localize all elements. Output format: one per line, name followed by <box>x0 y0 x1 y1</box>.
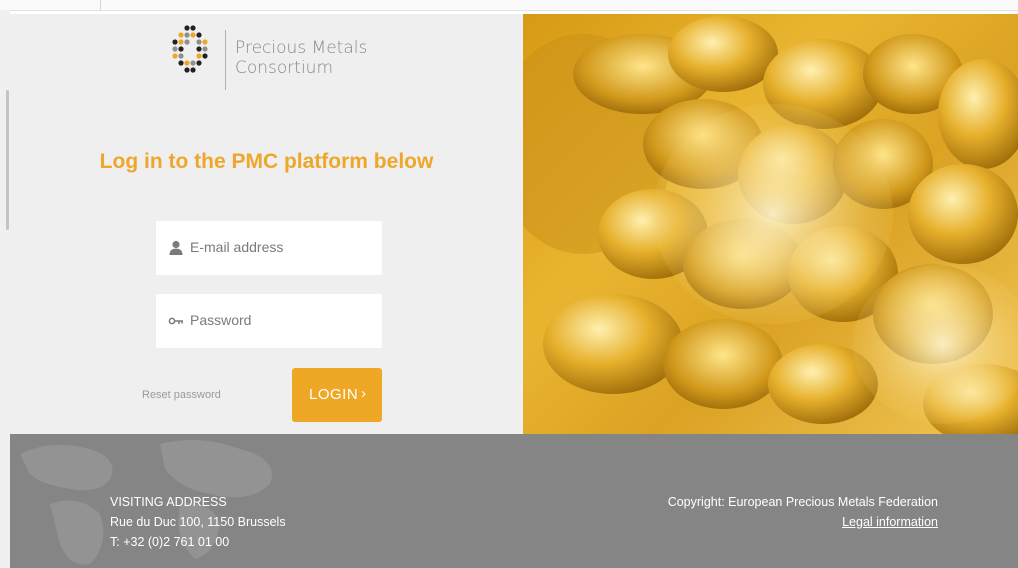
key-icon <box>168 317 183 325</box>
brand-name-line2: Consortium <box>235 58 334 78</box>
brand-name: Precious Metals Consortium <box>235 38 367 78</box>
gold-nuggets-image <box>523 14 1018 434</box>
pmc-logo-icon <box>172 25 208 73</box>
copyright-text: Copyright: European Precious Metals Fede… <box>667 495 938 509</box>
browser-top-strip <box>0 0 1018 11</box>
tab-edge <box>100 0 101 10</box>
address-heading: VISITING ADDRESS <box>110 495 227 509</box>
user-icon <box>169 240 183 255</box>
brand-name-line1: Precious Metals <box>235 38 368 58</box>
address-line: Rue du Duc 100, 1150 Brussels <box>110 515 286 529</box>
login-headline: Log in to the PMC platform below <box>99 150 434 173</box>
reset-password-link[interactable]: Reset password <box>142 389 221 401</box>
password-field[interactable]: Password <box>156 294 382 348</box>
scrollbar-thumb[interactable] <box>6 90 9 230</box>
phone-line: T: +32 (0)2 761 01 00 <box>110 535 230 549</box>
gold-nuggets-illustration <box>523 16 1018 434</box>
chevron-right-icon: › <box>361 385 366 402</box>
login-panel: Precious Metals Consortium Log in to the… <box>10 14 523 434</box>
visiting-address: VISITING ADDRESS Rue du Duc 100, 1150 Br… <box>110 492 286 552</box>
window-left-edge <box>0 10 10 568</box>
password-placeholder: Password <box>190 312 252 328</box>
email-field[interactable]: E-mail address <box>156 221 382 275</box>
legal-information-link[interactable]: Legal information <box>668 512 938 532</box>
email-placeholder: E-mail address <box>190 239 284 255</box>
footer-copyright: Copyright: European Precious Metals Fede… <box>668 492 938 532</box>
login-button[interactable]: LOGIN › <box>292 368 382 422</box>
site-footer: VISITING ADDRESS Rue du Duc 100, 1150 Br… <box>10 434 1018 568</box>
logo-divider <box>225 30 226 90</box>
login-button-label: LOGIN <box>309 386 359 403</box>
brand-logo[interactable]: Precious Metals Consortium <box>165 24 425 96</box>
